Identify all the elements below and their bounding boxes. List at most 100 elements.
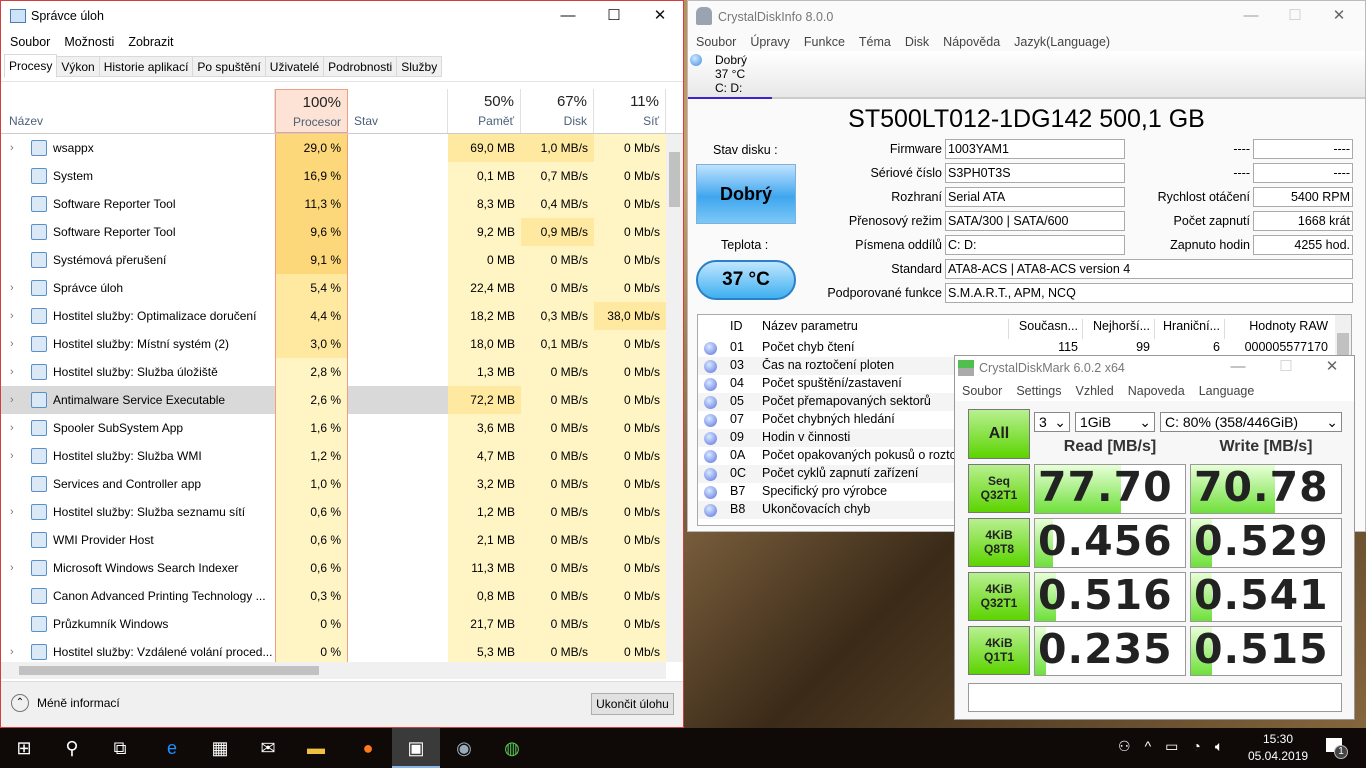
edge-icon[interactable]: e — [148, 728, 196, 768]
menu-soubor[interactable]: Soubor — [962, 384, 1002, 398]
end-task-button[interactable]: Ukončit úlohu — [591, 693, 674, 715]
maximize-button[interactable]: ☐ — [1263, 352, 1309, 382]
minimize-button[interactable]: — — [1215, 352, 1261, 382]
expand-chevron-icon[interactable]: › — [10, 274, 14, 302]
horizontal-scrollbar[interactable] — [1, 662, 666, 679]
smart-column-header[interactable]: Hraniční... — [1154, 319, 1224, 341]
tab-vykon[interactable]: Výkon — [56, 56, 100, 77]
column-memory[interactable]: 50% Paměť — [448, 89, 521, 133]
process-row[interactable]: › Hostitel služby: Vzdálené volání proced… — [1, 638, 666, 662]
test-count-select[interactable]: 3 ⌄ — [1034, 412, 1070, 432]
process-row[interactable]: Canon Advanced Printing Technology ... 0,… — [1, 582, 666, 610]
disk-tab[interactable]: Dobrý 37 °C C: D: — [688, 51, 1365, 99]
expand-chevron-icon[interactable]: › — [10, 330, 14, 358]
health-status-button[interactable]: Dobrý — [696, 164, 796, 224]
minimize-button[interactable]: — — [545, 1, 591, 31]
test-button[interactable]: 4KiB Q1T1 — [968, 626, 1030, 675]
process-row[interactable]: › wsappx 29,0 % 69,0 MB 1,0 MB/s 0 Mb/s — [1, 134, 666, 162]
process-row[interactable]: › Antimalware Service Executable 2,6 % 72,2… — [1, 386, 666, 414]
menu-vzhled[interactable]: Vzhled — [1075, 384, 1113, 398]
column-status[interactable]: Stav — [348, 89, 448, 133]
column-disk[interactable]: 67% Disk — [521, 89, 594, 133]
tab-sluzby[interactable]: Služby — [396, 56, 443, 77]
tab-procesy[interactable]: Procesy — [4, 54, 58, 78]
process-row[interactable]: Services and Controller app 1,0 % 3,2 MB 0 … — [1, 470, 666, 498]
tab-historie[interactable]: Historie aplikací — [98, 56, 194, 77]
expand-chevron-icon[interactable]: › — [10, 134, 14, 162]
people-icon[interactable]: ⚇ — [1118, 738, 1131, 755]
process-row[interactable]: Průzkumník Windows 0 % 21,7 MB 0 MB/s 0 Mb/s — [1, 610, 666, 638]
smart-column-header[interactable]: Hodnoty RAW — [1224, 319, 1332, 341]
task-view-icon[interactable]: ⧉ — [96, 728, 144, 768]
menu-tema[interactable]: Téma — [859, 35, 891, 49]
firefox-icon[interactable]: ● — [344, 728, 392, 768]
store-icon[interactable]: ▦ — [196, 728, 244, 768]
smart-column-header[interactable]: ID — [726, 319, 756, 341]
process-row[interactable]: › Hostitel služby: Služba seznamu sítí 0,6… — [1, 498, 666, 526]
menu-language[interactable]: Language — [1199, 384, 1255, 398]
expand-chevron-icon[interactable]: › — [10, 638, 14, 662]
menu-settings[interactable]: Settings — [1016, 384, 1061, 398]
process-row[interactable]: System 16,9 % 0,1 MB 0,7 MB/s 0 Mb/s — [1, 162, 666, 190]
process-row[interactable]: WMI Provider Host 0,6 % 2,1 MB 0 MB/s 0 Mb/s — [1, 526, 666, 554]
run-all-button[interactable]: All — [968, 409, 1030, 459]
process-row[interactable]: › Hostitel služby: Služba WMI 1,2 % 4,7 MB 0… — [1, 442, 666, 470]
tab-podrobnosti[interactable]: Podrobnosti — [323, 56, 398, 77]
start-button[interactable]: ⊞ — [0, 728, 48, 768]
drive-select[interactable]: C: 80% (358/446GiB) ⌄ — [1160, 412, 1342, 432]
crystaldiskinfo-taskbar-icon[interactable]: ◉ — [440, 728, 488, 768]
task-manager-taskbar-icon[interactable]: ▣ — [392, 728, 440, 768]
chevron-up-icon[interactable]: ^ — [1145, 738, 1152, 755]
column-name[interactable]: Název — [1, 89, 275, 133]
expand-chevron-icon[interactable]: › — [10, 302, 14, 330]
expand-chevron-icon[interactable]: › — [10, 442, 14, 470]
expand-chevron-icon[interactable]: › — [10, 554, 14, 582]
smart-column-header[interactable]: Současn... — [1008, 319, 1082, 341]
expand-chevron-icon[interactable]: › — [10, 498, 14, 526]
battery-icon[interactable]: ▭ — [1165, 738, 1178, 755]
test-button[interactable]: Seq Q32T1 — [968, 464, 1030, 513]
menu-napoveda[interactable]: Nápověda — [943, 35, 1000, 49]
process-row[interactable]: › Hostitel služby: Služba úložiště 2,8 % 1,… — [1, 358, 666, 386]
process-row[interactable]: › Microsoft Windows Search Indexer 0,6 % 11… — [1, 554, 666, 582]
file-explorer-icon[interactable]: ▬ — [292, 728, 340, 768]
test-button[interactable]: 4KiB Q32T1 — [968, 572, 1030, 621]
scrollbar-thumb[interactable] — [669, 152, 680, 207]
comment-field[interactable] — [968, 683, 1342, 712]
process-row[interactable]: Software Reporter Tool 9,6 % 9,2 MB 0,9 MB/… — [1, 218, 666, 246]
less-info-button[interactable]: ⌃ Méně informací — [11, 694, 120, 712]
smart-column-header[interactable]: Název parametru — [758, 319, 1008, 341]
menu-disk[interactable]: Disk — [905, 35, 929, 49]
search-icon[interactable]: ⚲ — [48, 728, 96, 768]
minimize-button[interactable]: — — [1228, 1, 1274, 31]
vertical-scrollbar[interactable] — [666, 134, 683, 662]
tab-po-spusteni[interactable]: Po spuštění — [192, 56, 266, 77]
maximize-button[interactable]: ☐ — [591, 1, 637, 31]
menu-soubor[interactable]: Soubor — [10, 35, 50, 49]
menu-upravy[interactable]: Úpravy — [750, 35, 790, 49]
hscroll-thumb[interactable] — [19, 666, 319, 675]
process-row[interactable]: › Hostitel služby: Místní systém (2) 3,0 %… — [1, 330, 666, 358]
crystaldiskmark-taskbar-icon[interactable]: ◍ — [488, 728, 536, 768]
menu-moznosti[interactable]: Možnosti — [64, 35, 114, 49]
close-button[interactable]: ✕ — [1309, 352, 1355, 382]
menu-jazyk[interactable]: Jazyk(Language) — [1014, 35, 1110, 49]
expand-chevron-icon[interactable]: › — [10, 386, 14, 414]
temperature-button[interactable]: 37 °C — [696, 260, 796, 300]
expand-chevron-icon[interactable]: › — [10, 358, 14, 386]
test-size-select[interactable]: 1GiB ⌄ — [1075, 412, 1155, 432]
close-button[interactable]: ✕ — [1316, 1, 1362, 31]
column-cpu[interactable]: 100% Procesor — [275, 89, 348, 133]
column-network[interactable]: 11% Síť — [594, 89, 666, 133]
process-row[interactable]: Systémová přerušení 9,1 % 0 MB 0 MB/s 0 Mb/s — [1, 246, 666, 274]
menu-funkce[interactable]: Funkce — [804, 35, 845, 49]
process-row[interactable]: › Hostitel služby: Optimalizace doručení 4… — [1, 302, 666, 330]
process-row[interactable]: Software Reporter Tool 11,3 % 8,3 MB 0,4 MB… — [1, 190, 666, 218]
tab-uzivatele[interactable]: Uživatelé — [264, 56, 325, 77]
process-row[interactable]: › Správce úloh 5,4 % 22,4 MB 0 MB/s 0 Mb/s — [1, 274, 666, 302]
menu-napoveda[interactable]: Napoveda — [1128, 384, 1185, 398]
clock[interactable]: 15:30 05.04.2019 — [1248, 731, 1308, 765]
test-button[interactable]: 4KiB Q8T8 — [968, 518, 1030, 567]
wifi-icon[interactable]: ◔ — [1192, 738, 1200, 755]
mail-icon[interactable]: ✉ — [244, 728, 292, 768]
